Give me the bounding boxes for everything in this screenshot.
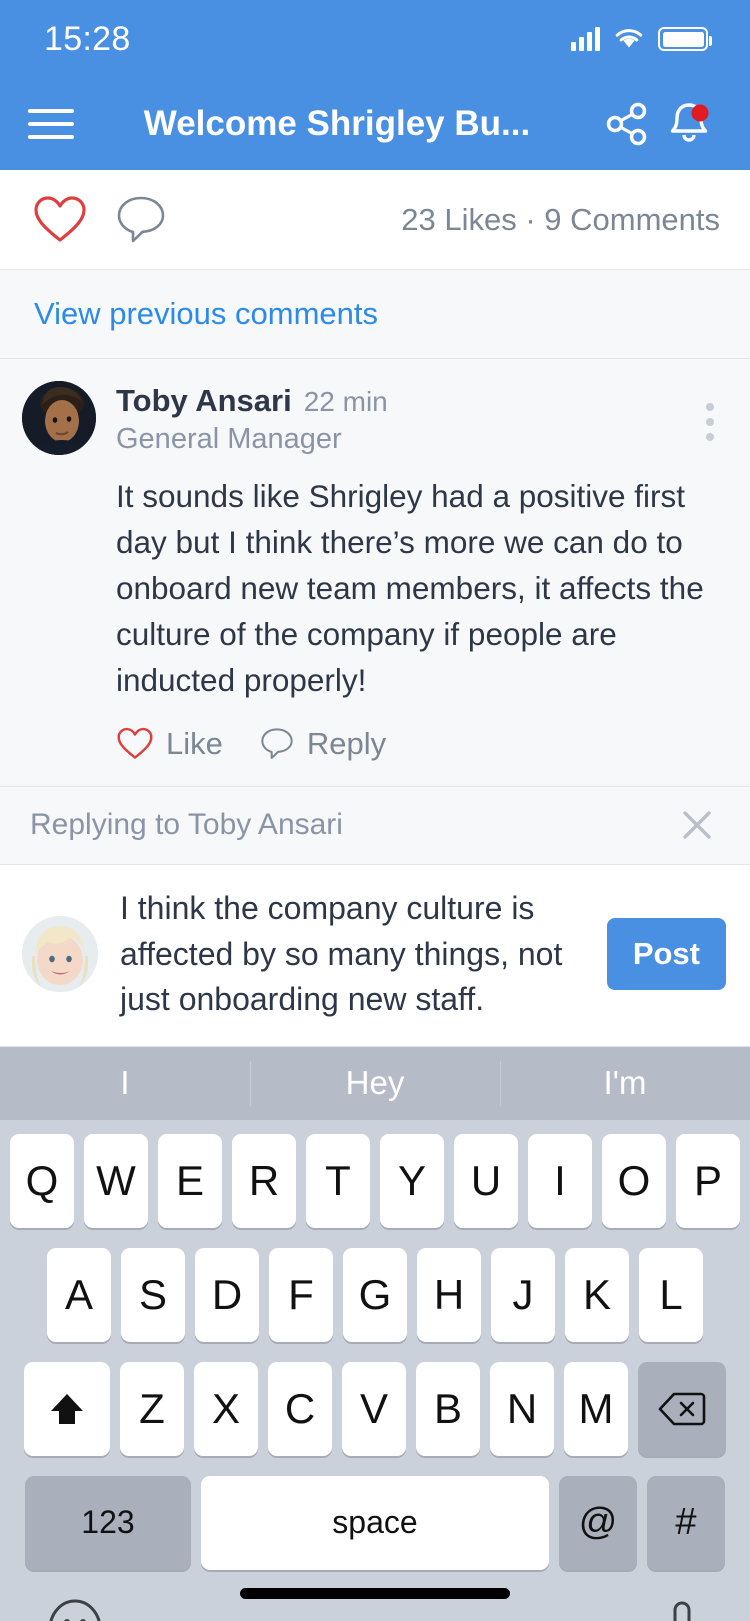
nav-bar: Welcome Shrigley Bu... (0, 78, 750, 170)
keyboard-row-4: 123 space @ # (0, 1475, 750, 1572)
key-m[interactable]: M (564, 1361, 628, 1456)
microphone-icon[interactable] (662, 1598, 702, 1621)
comment-reply-label: Reply (306, 725, 387, 761)
hash-key[interactable]: # (647, 1475, 725, 1570)
kebab-menu-icon[interactable] (700, 397, 720, 447)
wifi-icon (614, 27, 644, 51)
keyboard-row-2: A S D F G H J K L (0, 1247, 750, 1342)
reply-composer: I think the company culture is affected … (0, 864, 750, 1047)
key-y[interactable]: Y (380, 1133, 444, 1228)
key-e[interactable]: E (158, 1133, 222, 1228)
key-a[interactable]: A (47, 1247, 111, 1342)
key-z[interactable]: Z (120, 1361, 184, 1456)
suggestion-0[interactable]: I (0, 1047, 250, 1120)
key-n[interactable]: N (490, 1361, 554, 1456)
home-indicator-bar (240, 1588, 510, 1599)
view-previous-comments-label: View previous comments (34, 296, 379, 331)
suggestion-bar: I Hey I'm (0, 1046, 750, 1120)
shift-arrow-icon[interactable] (24, 1361, 110, 1456)
key-u[interactable]: U (454, 1133, 518, 1228)
space-key[interactable]: space (201, 1475, 549, 1570)
key-h[interactable]: H (417, 1247, 481, 1342)
comment-header: Toby Ansari 22 min General Manager (22, 381, 724, 456)
key-w[interactable]: W (84, 1133, 148, 1228)
keyboard-row-3: Z X C V B N M (0, 1361, 750, 1456)
key-x[interactable]: X (194, 1361, 258, 1456)
avatar[interactable] (22, 916, 98, 993)
engagement-counts: 23 Likes · 9 Comments (401, 201, 720, 237)
key-j[interactable]: J (491, 1247, 555, 1342)
key-t[interactable]: T (306, 1133, 370, 1228)
engagement-bar: 23 Likes · 9 Comments (0, 170, 750, 270)
key-f[interactable]: F (269, 1247, 333, 1342)
comment-actions: Like Reply (116, 726, 724, 762)
comment-body: It sounds like Shrigley had a positive f… (116, 478, 704, 698)
key-g[interactable]: G (343, 1247, 407, 1342)
status-bar: 15:28 (0, 0, 750, 78)
suggestion-2[interactable]: I'm (500, 1047, 750, 1120)
key-d[interactable]: D (195, 1247, 259, 1342)
notification-bell-icon[interactable] (658, 93, 720, 155)
share-icon[interactable] (596, 93, 658, 155)
key-k[interactable]: K (565, 1247, 629, 1342)
hamburger-menu-icon[interactable] (24, 97, 78, 151)
numeric-key[interactable]: 123 (25, 1475, 191, 1570)
view-previous-comments-button[interactable]: View previous comments (0, 270, 750, 359)
comment-timestamp: 22 min (303, 386, 388, 417)
at-key[interactable]: @ (559, 1475, 637, 1570)
key-l[interactable]: L (639, 1247, 703, 1342)
key-v[interactable]: V (342, 1361, 406, 1456)
battery-icon (658, 27, 712, 51)
comment-name-row: Toby Ansari 22 min (116, 383, 724, 419)
key-i[interactable]: I (528, 1133, 592, 1228)
reply-banner: Replying to Toby Ansari (0, 786, 750, 865)
on-screen-keyboard: I Hey I'm Q W E R T Y U I O P A S D F G … (0, 1046, 750, 1621)
heart-icon[interactable] (32, 194, 88, 246)
key-c[interactable]: C (268, 1361, 332, 1456)
post-button[interactable]: Post (606, 918, 726, 991)
close-icon[interactable] (674, 802, 720, 848)
comment-author[interactable]: Toby Ansari (116, 383, 292, 419)
key-b[interactable]: B (416, 1361, 480, 1456)
page-title: Welcome Shrigley Bu... (143, 104, 531, 143)
phone-screen: 15:28 Welcome Shrigley Bu... 23 Likes · … (0, 0, 750, 1621)
reply-banner-label: Replying to Toby Ansari (30, 808, 343, 842)
comment-like-button[interactable]: Like (116, 726, 223, 762)
key-q[interactable]: Q (10, 1133, 74, 1228)
keyboard-rows: Q W E R T Y U I O P A S D F G H J K L Z … (0, 1120, 750, 1572)
cellular-signal-icon (571, 27, 600, 51)
engagement-icons (32, 193, 168, 247)
reply-input[interactable]: I think the company culture is affected … (120, 886, 589, 1022)
backspace-delete-icon[interactable] (638, 1361, 726, 1456)
suggestion-1[interactable]: Hey (250, 1047, 500, 1120)
comment-reply-button[interactable]: Reply (259, 726, 386, 762)
comment-item: Toby Ansari 22 min General Manager It so… (0, 359, 750, 787)
emoji-smiley-icon[interactable] (46, 1598, 104, 1621)
status-indicators (571, 27, 712, 51)
key-r[interactable]: R (232, 1133, 296, 1228)
comment-like-label: Like (166, 725, 223, 761)
comment-author-role: General Manager (116, 423, 342, 455)
keyboard-row-1: Q W E R T Y U I O P (0, 1133, 750, 1228)
key-s[interactable]: S (121, 1247, 185, 1342)
comment-bubble-icon[interactable] (114, 193, 168, 247)
status-time: 15:28 (44, 19, 131, 58)
key-p[interactable]: P (676, 1133, 740, 1228)
key-o[interactable]: O (602, 1133, 666, 1228)
avatar[interactable] (22, 381, 96, 455)
comment-meta: Toby Ansari 22 min General Manager (116, 381, 724, 456)
